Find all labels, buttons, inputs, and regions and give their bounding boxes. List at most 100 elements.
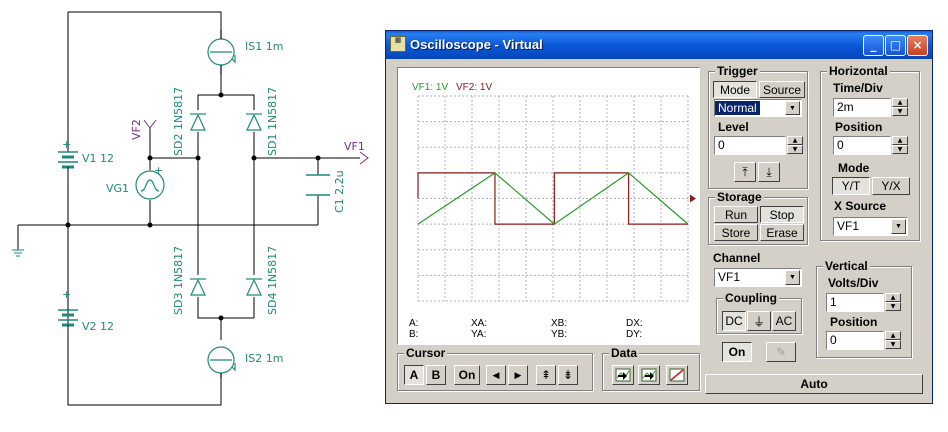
horizontal-position-input[interactable]: 0 (833, 136, 891, 155)
coupling-ac-button[interactable]: AC (772, 311, 796, 331)
maximize-button[interactable]: □ (885, 35, 906, 56)
label-sd2: SD2 1N5817 (172, 87, 185, 156)
channel-label: Channel (713, 251, 761, 265)
coupling-title: Coupling (723, 291, 779, 305)
meas-xb: XB: (551, 318, 568, 329)
meas-dx: DX: (626, 318, 643, 329)
capacitor-c1-icon (306, 174, 330, 196)
chevron-down-icon[interactable]: ▼ (891, 219, 906, 234)
volts-div-spinner[interactable]: ▲ ▼ (885, 293, 901, 311)
probe-pen-icon[interactable]: ✎ (766, 342, 796, 362)
vertical-position-label: Position (830, 315, 878, 329)
diode-sd4-icon (246, 278, 262, 296)
horizontal-position-spinner[interactable]: ▲ ▼ (892, 136, 908, 154)
horizontal-mode-label: Mode (838, 161, 870, 175)
chart-view-icon[interactable] (666, 365, 688, 385)
erase-button[interactable]: Erase (760, 224, 804, 241)
time-div-label: Time/Div (833, 81, 883, 95)
label-vf1: VF1 (344, 140, 365, 153)
ground-icon (12, 249, 24, 257)
coupling-dc-button[interactable]: DC (722, 311, 746, 331)
label-v1: V1 12 (82, 152, 114, 165)
label-is1: IS1 1m (245, 40, 283, 53)
cursor-up-icon[interactable]: ⇞ (536, 365, 556, 385)
trigger-level-spinner[interactable]: ▲ ▼ (787, 136, 803, 154)
stop-button[interactable]: Stop (760, 206, 804, 223)
chevron-down-icon[interactable]: ▼ (785, 270, 800, 285)
oscilloscope-window: ▦ Oscilloscope - Virtual _ □ × VF1: 1V V… (385, 30, 933, 404)
vertical-position-spinner[interactable]: ▲ ▼ (885, 331, 901, 349)
import-data-icon[interactable] (612, 365, 634, 385)
horizontal-position-label: Position (835, 120, 883, 134)
v1-plus-sign: + (62, 138, 71, 151)
meas-yb: YB: (551, 329, 568, 340)
cursor-right-icon[interactable]: ▶ (508, 365, 528, 385)
meas-b: B: (409, 329, 419, 340)
trigger-title: Trigger (715, 64, 760, 78)
trigger-source-button[interactable]: Source (759, 81, 805, 98)
minimize-button[interactable]: _ (863, 35, 884, 56)
rising-edge-icon[interactable]: ⤒ (734, 162, 756, 182)
legend-vf2: VF2: 1V (456, 82, 493, 93)
app-icon: ▦ (390, 36, 406, 52)
trigger-level-label: Level (718, 120, 749, 134)
diode-sd2-icon (190, 113, 206, 131)
cursor-down-icon[interactable]: ⇟ (558, 365, 578, 385)
title-bar[interactable]: ▦ Oscilloscope - Virtual _ □ × (386, 31, 932, 59)
export-data-icon[interactable] (638, 365, 660, 385)
window-title: Oscilloscope - Virtual (410, 37, 543, 52)
label-c1: C1 2,2u (333, 170, 346, 213)
ground-icon[interactable]: ⏚ (747, 311, 771, 331)
current-source-is1-icon (207, 30, 236, 75)
time-div-input[interactable]: 2m (833, 98, 891, 117)
chevron-down-icon[interactable]: ▼ (785, 101, 800, 115)
cursor-on-button[interactable]: On (454, 365, 480, 385)
mode-yt-button[interactable]: Y/T (832, 177, 870, 195)
cursor-a-button[interactable]: A (404, 365, 424, 385)
vertical-position-input[interactable]: 0 (826, 331, 884, 350)
channel-select[interactable]: VF1 ▼ (714, 268, 802, 287)
meas-ya: YA: (471, 329, 487, 340)
run-button[interactable]: Run (714, 206, 758, 223)
mode-yx-button[interactable]: Y/X (872, 177, 910, 195)
channel-on-button[interactable]: On (722, 342, 752, 362)
close-button[interactable]: × (907, 35, 928, 56)
label-vg1: VG1 (106, 182, 129, 195)
cursor-left-icon[interactable]: ◀ (486, 365, 506, 385)
label-v2: V2 12 (82, 320, 114, 333)
horizontal-panel: Horizontal (820, 64, 920, 241)
vertical-title: Vertical (823, 259, 870, 273)
battery-v2-icon (58, 300, 78, 340)
vg1-plus-sign: + (154, 164, 163, 177)
trigger-mode-button[interactable]: Mode (713, 81, 757, 98)
meas-xa: XA: (471, 318, 488, 329)
cursor-title: Cursor (404, 346, 448, 360)
cursor-b-button[interactable]: B (426, 365, 446, 385)
xsource-select[interactable]: VF1 ▼ (833, 217, 908, 236)
falling-edge-icon[interactable]: ⤓ (758, 162, 780, 182)
meas-a: A: (409, 318, 419, 329)
auto-button[interactable]: Auto (705, 374, 923, 394)
probe-vf2-icon (143, 119, 157, 129)
scope-plot (417, 95, 696, 302)
v2-plus-sign: + (62, 288, 71, 301)
diode-sd1-icon (246, 113, 262, 131)
data-title: Data (609, 346, 640, 360)
circuit-schematic: + + + IS1 1m IS2 1m V1 12 V2 12 VG1 VF1 … (12, 11, 369, 406)
label-sd4: SD4 1N5817 (266, 246, 279, 315)
trigger-level-input[interactable]: 0 (714, 136, 786, 155)
store-button[interactable]: Store (714, 224, 758, 241)
diode-sd3-icon (190, 278, 206, 296)
label-is2: IS2 1m (245, 352, 283, 365)
meas-dy: DY: (626, 329, 643, 340)
trigger-mode-select[interactable]: Normal ▼ (714, 99, 802, 117)
label-sd1: SD1 1N5817 (266, 87, 279, 156)
xsource-label: X Source (834, 199, 887, 213)
current-source-is2-icon (207, 346, 236, 378)
scope-screen[interactable]: VF1: 1V VF2: 1V A: B: XA: YA: XB: YB: DX… (397, 67, 700, 345)
volts-div-label: Volts/Div (828, 276, 879, 290)
horizontal-title: Horizontal (827, 64, 890, 78)
time-div-spinner[interactable]: ▲ ▼ (892, 98, 908, 116)
label-vf2: VF2 (130, 119, 143, 140)
volts-div-input[interactable]: 1 (826, 293, 884, 312)
